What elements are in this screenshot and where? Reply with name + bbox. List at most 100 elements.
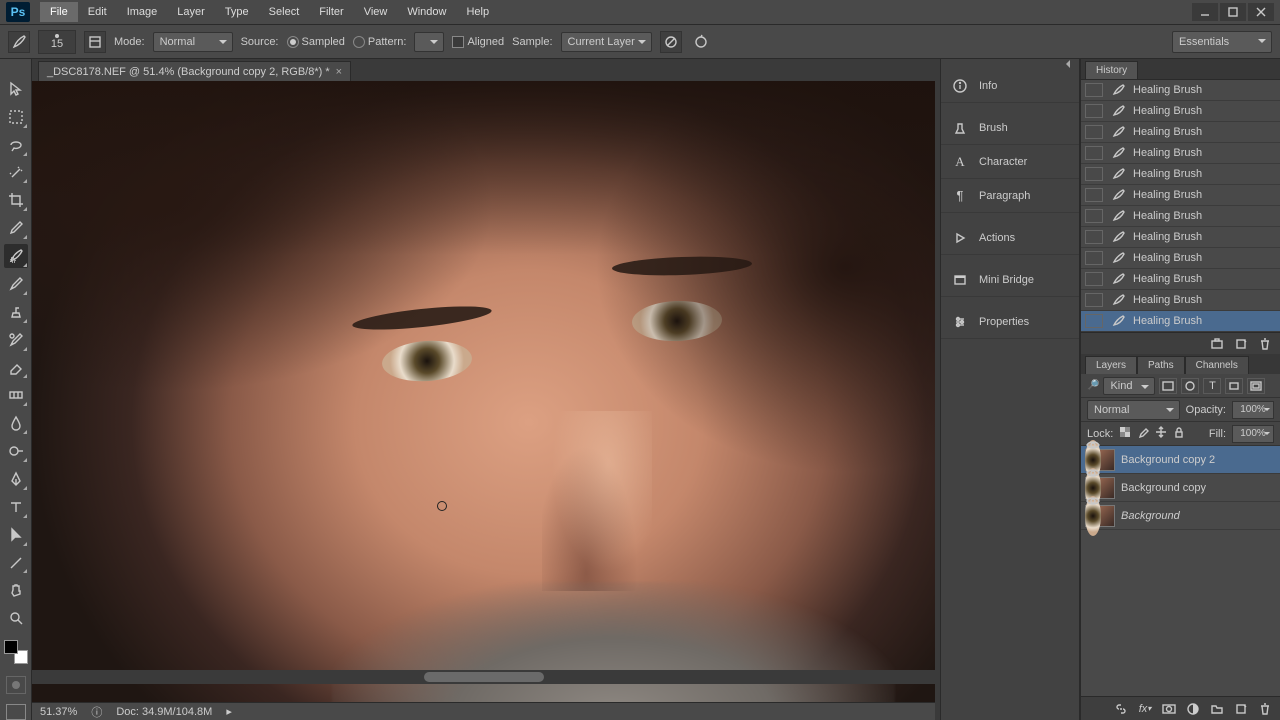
close-tab-icon[interactable]: × xyxy=(336,66,342,78)
move-tool[interactable] xyxy=(4,77,28,101)
history-state[interactable]: Healing Brush xyxy=(1081,206,1280,227)
history-brush-tool[interactable] xyxy=(4,328,28,352)
history-state[interactable]: Healing Brush xyxy=(1081,185,1280,206)
delete-state-icon[interactable] xyxy=(1258,337,1272,351)
history-state[interactable]: Healing Brush xyxy=(1081,248,1280,269)
menu-image[interactable]: Image xyxy=(117,2,168,22)
tab-paths[interactable]: Paths xyxy=(1137,356,1185,374)
dock-mini-bridge[interactable]: Mini Bridge xyxy=(941,263,1079,297)
brush-preset-picker[interactable]: 15 xyxy=(38,30,76,54)
lock-pixels-icon[interactable] xyxy=(1137,426,1149,441)
menu-window[interactable]: Window xyxy=(397,2,456,22)
marquee-tool[interactable] xyxy=(4,105,28,129)
dock-brush[interactable]: Brush xyxy=(941,111,1079,145)
maximize-button[interactable] xyxy=(1220,3,1246,21)
history-state[interactable]: Healing Brush xyxy=(1081,80,1280,101)
link-layers-icon[interactable] xyxy=(1114,702,1128,716)
source-sampled-radio[interactable]: Sampled xyxy=(287,36,345,48)
menu-layer[interactable]: Layer xyxy=(167,2,215,22)
layer-name[interactable]: Background xyxy=(1121,510,1276,522)
eraser-tool[interactable] xyxy=(4,356,28,380)
history-state[interactable]: Healing Brush xyxy=(1081,122,1280,143)
minimize-button[interactable] xyxy=(1192,3,1218,21)
status-arrow-icon[interactable]: ▸ xyxy=(226,705,232,718)
menu-view[interactable]: View xyxy=(354,2,398,22)
status-info-icon[interactable]: ⓘ xyxy=(91,704,102,720)
menu-edit[interactable]: Edit xyxy=(78,2,117,22)
filter-pixel-icon[interactable] xyxy=(1159,378,1177,394)
layer-name[interactable]: Background copy xyxy=(1121,482,1276,494)
eyedropper-tool[interactable] xyxy=(4,216,28,240)
layer-row[interactable]: Background copy 2 xyxy=(1081,446,1280,474)
lasso-tool[interactable] xyxy=(4,133,28,157)
history-visibility-toggle[interactable] xyxy=(1085,230,1103,244)
layer-mask-icon[interactable] xyxy=(1162,702,1176,716)
sample-select[interactable]: Current Layer xyxy=(561,32,652,52)
menu-help[interactable]: Help xyxy=(456,2,499,22)
aligned-checkbox[interactable]: Aligned xyxy=(452,36,504,48)
zoom-level[interactable]: 51.37% xyxy=(40,706,77,718)
opacity-input[interactable]: 100% xyxy=(1232,401,1274,419)
history-state[interactable]: Healing Brush xyxy=(1081,164,1280,185)
history-visibility-toggle[interactable] xyxy=(1085,83,1103,97)
brush-panel-toggle[interactable] xyxy=(84,31,106,53)
dock-collapse-grip[interactable] xyxy=(941,59,1079,69)
history-visibility-toggle[interactable] xyxy=(1085,146,1103,160)
dock-actions[interactable]: Actions xyxy=(941,221,1079,255)
lock-transparency-icon[interactable] xyxy=(1119,426,1131,441)
active-tool-icon[interactable] xyxy=(8,31,30,53)
new-layer-icon[interactable] xyxy=(1234,702,1248,716)
path-selection-tool[interactable] xyxy=(4,523,28,547)
layer-filter-kind[interactable]: Kind xyxy=(1103,377,1155,395)
dock-properties[interactable]: Properties xyxy=(941,305,1079,339)
layer-blend-mode-select[interactable]: Normal xyxy=(1087,400,1180,420)
menu-file[interactable]: File xyxy=(40,2,78,22)
hand-tool[interactable] xyxy=(4,578,28,602)
history-visibility-toggle[interactable] xyxy=(1085,293,1103,307)
history-state[interactable]: Healing Brush xyxy=(1081,311,1280,332)
history-tab[interactable]: History xyxy=(1085,61,1138,79)
zoom-tool[interactable] xyxy=(4,606,28,630)
layer-row[interactable]: Background xyxy=(1081,502,1280,530)
history-visibility-toggle[interactable] xyxy=(1085,251,1103,265)
dock-paragraph[interactable]: ¶Paragraph xyxy=(941,179,1079,213)
screen-mode-switch[interactable] xyxy=(6,704,26,720)
history-visibility-toggle[interactable] xyxy=(1085,314,1103,328)
new-group-icon[interactable] xyxy=(1210,702,1224,716)
layer-visibility-icon[interactable] xyxy=(1085,496,1101,536)
filter-type-icon[interactable]: T xyxy=(1203,378,1221,394)
filter-shape-icon[interactable] xyxy=(1225,378,1243,394)
line-tool[interactable] xyxy=(4,551,28,575)
dodge-tool[interactable] xyxy=(4,439,28,463)
clone-stamp-tool[interactable] xyxy=(4,300,28,324)
history-visibility-toggle[interactable] xyxy=(1085,188,1103,202)
history-state[interactable]: Healing Brush xyxy=(1081,143,1280,164)
tab-layers[interactable]: Layers xyxy=(1085,356,1137,374)
menu-type[interactable]: Type xyxy=(215,2,259,22)
filter-smart-icon[interactable] xyxy=(1247,378,1265,394)
dock-info[interactable]: Info xyxy=(941,69,1079,103)
history-state[interactable]: Healing Brush xyxy=(1081,290,1280,311)
layer-style-icon[interactable]: fx▾ xyxy=(1138,702,1152,716)
menu-select[interactable]: Select xyxy=(259,2,310,22)
history-state[interactable]: Healing Brush xyxy=(1081,227,1280,248)
horizontal-scrollbar[interactable] xyxy=(32,670,935,684)
tab-channels[interactable]: Channels xyxy=(1185,356,1249,374)
type-tool[interactable] xyxy=(4,495,28,519)
history-visibility-toggle[interactable] xyxy=(1085,104,1103,118)
delete-layer-icon[interactable] xyxy=(1258,702,1272,716)
dock-character[interactable]: ACharacter xyxy=(941,145,1079,179)
filter-adjustment-icon[interactable] xyxy=(1181,378,1199,394)
new-snapshot-from-state-icon[interactable] xyxy=(1210,337,1224,351)
brush-tool[interactable] xyxy=(4,272,28,296)
menu-filter[interactable]: Filter xyxy=(309,2,353,22)
layer-name[interactable]: Background copy 2 xyxy=(1121,454,1276,466)
gradient-tool[interactable] xyxy=(4,383,28,407)
lock-position-icon[interactable] xyxy=(1155,426,1167,441)
history-visibility-toggle[interactable] xyxy=(1085,209,1103,223)
blur-tool[interactable] xyxy=(4,411,28,435)
canvas[interactable] xyxy=(32,81,935,702)
history-visibility-toggle[interactable] xyxy=(1085,167,1103,181)
crop-tool[interactable] xyxy=(4,188,28,212)
adjustment-layer-icon[interactable] xyxy=(1186,702,1200,716)
